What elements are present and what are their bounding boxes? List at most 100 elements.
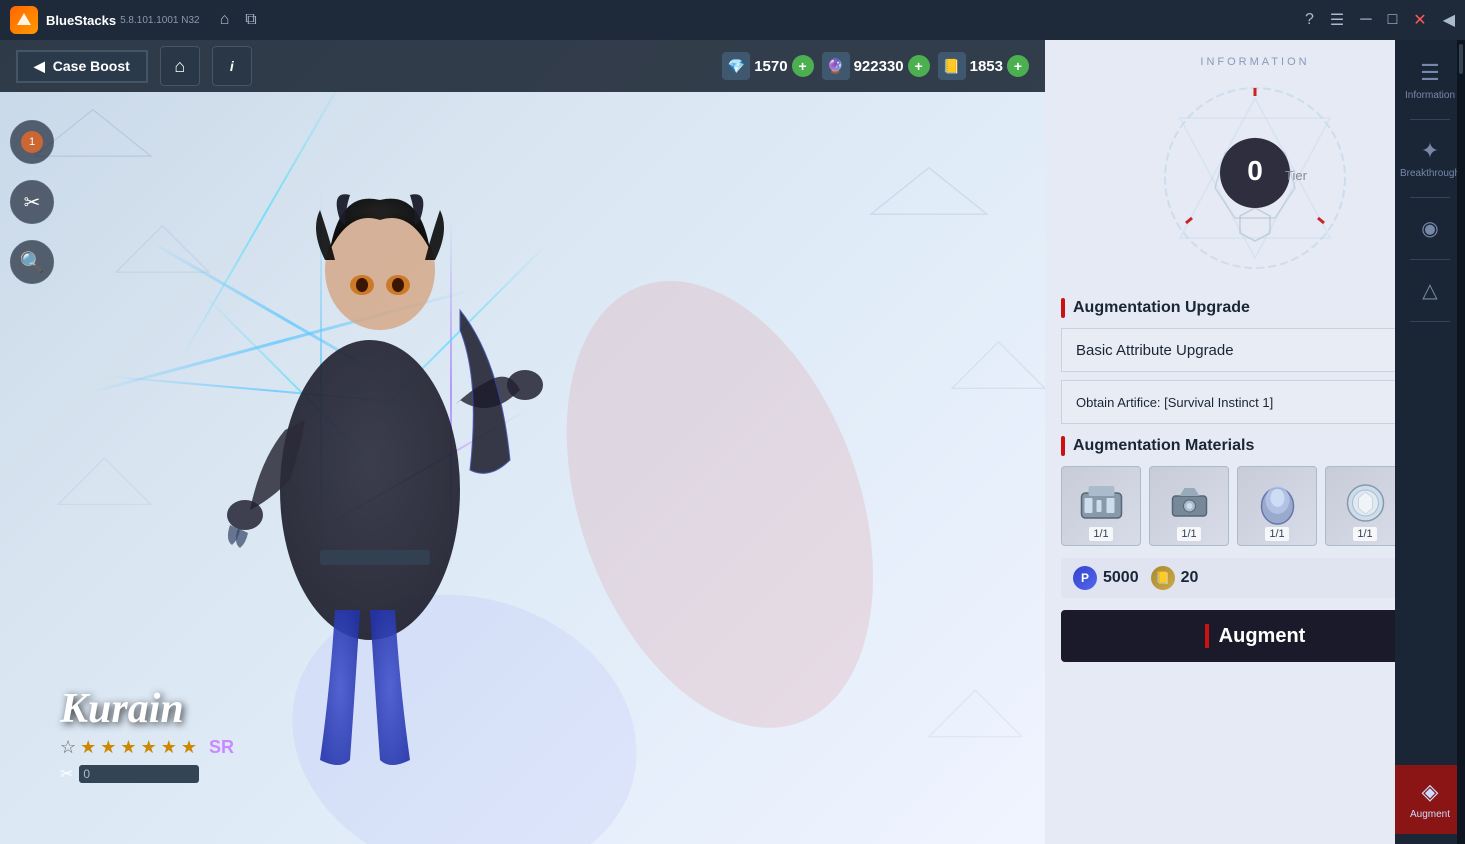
exp-bar-fill: 0 [79,765,199,783]
side-nav-divider-3 [1410,259,1450,260]
augmentation-section-title: Augmentation Upgrade [1061,298,1449,318]
app-version: 5.8.101.1001 N32 [120,15,200,26]
info-header: INFORMATION [1065,56,1445,68]
currency-bar: 💎 1570 + 🔮 922330 + 📒 1853 + [722,52,1029,80]
home-nav-button[interactable]: ⌂ [160,46,200,86]
main-content: ◀ Case Boost ⌂ i 💎 1570 + 🔮 922330 + [0,40,1465,844]
material-item-1[interactable]: 1/1 [1061,466,1141,546]
tier-circle-container: 0 Tier [1065,78,1445,278]
cost-2-icon: 📒 [1151,566,1175,590]
material-item-4[interactable]: 1/1 [1325,466,1405,546]
currency-1-plus-button[interactable]: + [792,55,814,77]
currency-3-amount: 1853 [970,58,1003,75]
notification-badge: 1 [21,131,43,153]
title-bar-nav-icons: ⌂ ⧉ [220,11,257,29]
material-3-count: 1/1 [1265,527,1288,541]
cost-2-amount: 20 [1181,569,1199,587]
svg-text:0: 0 [1247,155,1263,186]
home-icon[interactable]: ⌂ [220,11,230,29]
left-action-icons: 1 ✂ 🔍 [10,120,54,284]
sidebar-item-information[interactable]: ☰ Information [1397,50,1463,111]
augmentation-title-text: Augmentation Upgrade [1073,299,1250,317]
book-icon: 📒 [1155,571,1170,585]
p-icon: P [1081,571,1089,585]
materials-title-text: Augmentation Materials [1073,437,1254,455]
star-4: ★ [120,737,136,758]
information-label: Information [1405,90,1455,101]
window-controls: ? ☰ ─ □ ✕ ◀ [1305,10,1455,30]
game-navbar: ◀ Case Boost ⌂ i 💎 1570 + 🔮 922330 + [0,40,1045,92]
material-1-count: 1/1 [1089,527,1112,541]
augment-button[interactable]: Augment [1061,610,1449,662]
breakthrough-label: Breakthrough [1400,168,1460,179]
material-2-icon [1162,475,1217,530]
side-nav-divider-4 [1410,321,1450,322]
sidebar-item-4[interactable]: △ [1397,268,1463,313]
side-scrollbar [1457,40,1465,844]
information-icon: ☰ [1420,60,1440,86]
minimize-button[interactable]: ─ [1360,11,1371,29]
tier-diagram: 0 Tier [1155,78,1355,278]
sidebar-toggle[interactable]: ◀ [1443,10,1455,30]
currency-2-plus-button[interactable]: + [908,55,930,77]
back-arrow-icon: ◀ [34,58,45,75]
currency-item-1: 💎 1570 + [722,52,813,80]
home-nav-icon: ⌂ [174,56,185,77]
currency-2-icon: 🔮 [822,52,850,80]
help-icon[interactable]: ? [1305,11,1314,29]
basic-upgrade-label: Basic Attribute Upgrade [1076,342,1234,359]
material-4-icon [1338,475,1393,530]
currency-2-amount: 922330 [854,58,904,75]
breakthrough-icon: ✦ [1421,138,1439,164]
star-7: ★ [181,737,197,758]
currency-3-plus-button[interactable]: + [1007,55,1029,77]
sidebar-item-breakthrough[interactable]: ✦ Breakthrough [1397,128,1463,189]
currency-item-2: 🔮 922330 + [822,52,930,80]
info-nav-icon: i [230,58,234,74]
material-1-icon [1074,475,1129,530]
star-6: ★ [161,737,177,758]
star-2: ★ [80,737,96,758]
cost-1-icon: P [1073,566,1097,590]
material-3-icon [1250,475,1305,530]
scissors-icon-button[interactable]: ✂ [10,180,54,224]
exp-scissors-icon: ✂ [60,764,73,784]
search-icon-button[interactable]: 🔍 [10,240,54,284]
basic-attribute-upgrade-item[interactable]: Basic Attribute Upgrade i [1061,328,1449,372]
material-item-2[interactable]: 1/1 [1149,466,1229,546]
exp-bar: 0 [79,765,199,783]
target-icon-button[interactable]: 1 [10,120,54,164]
layers-icon[interactable]: ⧉ [245,11,256,29]
material-4-count: 1/1 [1353,527,1376,541]
character-name: Kurain [60,685,234,733]
star-1: ☆ [60,737,76,758]
cost-item-1: P 5000 [1073,566,1139,590]
menu-icon[interactable]: ☰ [1330,10,1344,30]
currency-item-3: 📒 1853 + [938,52,1029,80]
svg-text:Tier: Tier [1285,168,1308,183]
sidebar-item-3[interactable]: ◉ [1397,206,1463,251]
augment-nav-label: Augment [1410,809,1450,820]
sidebar-item-augment[interactable]: ◈ Augment [1395,765,1465,834]
material-item-3[interactable]: 1/1 [1237,466,1317,546]
character-stars: ☆ ★ ★ ★ ★ ★ ★ SR [60,737,234,758]
app-name: BlueStacks [46,13,116,28]
obtain-artifice-item[interactable]: Obtain Artifice: [Survival Instinct 1] i [1061,380,1449,424]
scroll-indicator [1459,44,1463,74]
back-button[interactable]: ◀ Case Boost [16,50,148,83]
nav-icon-3: ◉ [1421,216,1438,241]
section-bar-accent [1061,298,1065,318]
character-info: Kurain ☆ ★ ★ ★ ★ ★ ★ SR ✂ 0 [60,685,234,784]
maximize-button[interactable]: □ [1388,11,1398,29]
cost-row: P 5000 📒 20 [1061,558,1449,598]
star-3: ★ [100,737,116,758]
close-button[interactable]: ✕ [1413,10,1426,30]
augment-nav-icon: ◈ [1422,779,1439,805]
material-2-count: 1/1 [1177,527,1200,541]
cost-1-amount: 5000 [1103,569,1139,587]
character-exp-bar: ✂ 0 [60,764,234,784]
augment-button-label: Augment [1219,625,1306,648]
materials-grid: 1/1 1/1 [1061,466,1449,546]
info-nav-button[interactable]: i [212,46,252,86]
augment-btn-accent [1205,624,1209,648]
